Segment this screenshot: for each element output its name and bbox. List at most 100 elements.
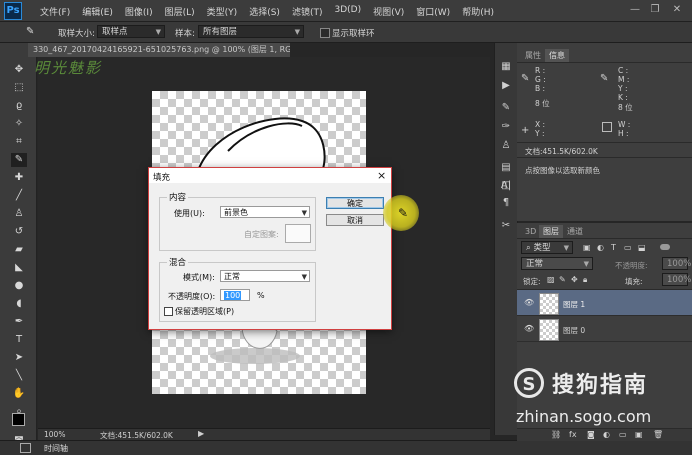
sample-select[interactable]: 所有图层 ▼ <box>198 25 304 38</box>
cancel-button[interactable]: 取消 <box>326 214 384 226</box>
close-icon[interactable]: × <box>377 169 386 182</box>
lock-transparent-icon[interactable]: ▨ <box>547 275 555 284</box>
use-select[interactable]: 前景色 ▼ <box>220 206 310 218</box>
layer-filter-select[interactable]: ⌕ 类型 ▼ <box>521 241 573 254</box>
paint-bucket-tool-icon[interactable]: ◣ <box>11 261 27 275</box>
filter-pixel-icon[interactable]: ▣ <box>583 243 591 252</box>
info-r: R : <box>535 66 546 75</box>
filter-type-icon[interactable]: T <box>611 243 616 252</box>
layer-thumbnail <box>539 293 559 315</box>
restore-button[interactable]: ❐ <box>648 4 662 16</box>
sogou-watermark: S 搜狗指南 zhinan.sogo.com <box>512 362 692 432</box>
preserve-transparency-checkbox[interactable] <box>164 307 173 316</box>
chevron-down-icon: ▼ <box>301 273 307 281</box>
show-ring-checkbox[interactable] <box>320 28 330 38</box>
hand-tool-icon[interactable]: ✋ <box>11 387 27 401</box>
layer-name[interactable]: 图层 0 <box>563 325 585 336</box>
visibility-eye-icon[interactable]: 👁︎ <box>524 298 534 307</box>
menu-filter[interactable]: 滤镜(T) <box>292 5 323 18</box>
tab-layers[interactable]: 图层 <box>539 225 563 238</box>
custom-pattern-picker[interactable] <box>285 224 311 243</box>
opacity-input[interactable]: 100 <box>220 289 250 301</box>
foreground-color-swatch[interactable] <box>12 413 25 426</box>
ok-button[interactable]: 确定 <box>326 197 384 209</box>
line-tool-icon[interactable]: ╲ <box>11 369 27 383</box>
move-tool-icon[interactable]: ✥ <box>11 63 27 77</box>
sample-value: 所有图层 <box>203 27 238 37</box>
info-y-coord: Y : <box>535 129 545 138</box>
close-window-button[interactable]: ✕ <box>670 4 684 16</box>
chevron-down-icon: ▼ <box>583 260 589 268</box>
opacity-unit: % <box>257 291 265 300</box>
crop-tool-icon[interactable]: ⌗ <box>11 135 27 149</box>
lock-all-icon[interactable]: 🔒︎ <box>583 275 587 285</box>
menu-file[interactable]: 文件(F) <box>40 5 70 18</box>
eyedropper-icon[interactable]: ✎ <box>26 25 40 39</box>
menu-layer[interactable]: 图层(L) <box>165 5 195 18</box>
timeline-tab[interactable]: 时间轴 <box>44 443 68 454</box>
layer-row[interactable]: 👁︎ 图层 1 <box>517 290 692 316</box>
brush-tool-icon[interactable]: ╱ <box>11 189 27 203</box>
document-tab[interactable]: 330_467_20170424165921-651025763.png @ 1… <box>28 43 290 57</box>
options-bar: ✎ 取样大小: 取样点 ▼ 样本: 所有图层 ▼ 显示取样环 <box>0 22 692 43</box>
dodge-tool-icon[interactable]: ◖ <box>11 297 27 311</box>
tab-properties[interactable]: 属性 <box>521 49 545 62</box>
layer-row[interactable]: 👁︎ 图层 0 <box>517 316 692 342</box>
pen-tool-icon[interactable]: ✒ <box>11 315 27 329</box>
menu-help[interactable]: 帮助(H) <box>462 5 494 18</box>
filter-toggle[interactable] <box>660 244 670 250</box>
timeline-icon[interactable] <box>20 443 31 453</box>
zoom-level[interactable]: 100% <box>44 430 65 439</box>
clone-stamp-tool-icon[interactable]: ♙ <box>11 207 27 221</box>
type-tool-icon[interactable]: T <box>11 333 27 347</box>
history-panel-icon[interactable]: ▦ <box>498 60 514 74</box>
filter-shape-icon[interactable]: ▭ <box>624 243 632 252</box>
tool-presets-icon[interactable]: ✎ <box>498 101 514 115</box>
lock-pixels-icon[interactable]: ✎ <box>559 275 566 284</box>
mode-select[interactable]: 正常 ▼ <box>220 270 310 282</box>
menu-edit[interactable]: 编辑(E) <box>82 5 113 18</box>
fill-field[interactable]: 100% <box>662 273 691 286</box>
healing-brush-tool-icon[interactable]: ✚ <box>11 171 27 185</box>
clone-source-icon[interactable]: ♙ <box>498 139 514 153</box>
eyedropper-tool-icon[interactable]: ✎ <box>11 153 27 167</box>
preserve-transparency-label: 保留透明区域(P) <box>175 307 235 316</box>
menu-view[interactable]: 视图(V) <box>373 5 404 18</box>
sample-size-select[interactable]: 取样点 ▼ <box>97 25 165 38</box>
character-panel-icon[interactable]: A| <box>498 179 514 193</box>
info-w: W : <box>618 120 631 129</box>
minimize-button[interactable]: — <box>628 4 642 16</box>
path-selection-tool-icon[interactable]: ➤ <box>11 351 27 365</box>
tab-info[interactable]: 信息 <box>545 49 569 62</box>
lasso-tool-icon[interactable]: ϱ <box>11 99 27 113</box>
layer-name[interactable]: 图层 1 <box>563 299 585 310</box>
brush-panel-icon[interactable]: ✑ <box>498 120 514 134</box>
tools-settings-icon[interactable]: ✂ <box>498 219 514 233</box>
status-menu-arrow-icon[interactable]: ▶ <box>198 429 204 438</box>
sogou-name: 搜狗指南 <box>552 373 649 398</box>
info-y: Y : <box>618 84 628 93</box>
menu-window[interactable]: 窗口(W) <box>416 5 450 18</box>
eraser-tool-icon[interactable]: ▰ <box>11 243 27 257</box>
blend-mode-select[interactable]: 正常 ▼ <box>521 257 593 270</box>
paragraph-panel-icon[interactable]: ¶ <box>498 196 514 210</box>
lock-position-icon[interactable]: ✥ <box>571 275 578 284</box>
actions-panel-icon[interactable]: ▶ <box>498 79 514 93</box>
visibility-eye-icon[interactable]: 👁︎ <box>524 324 534 333</box>
tab-channels[interactable]: 通道 <box>563 225 587 238</box>
opacity-field[interactable]: 100% <box>662 257 691 270</box>
menu-type[interactable]: 类型(Y) <box>207 5 238 18</box>
menu-select[interactable]: 选择(S) <box>249 5 280 18</box>
info-cmyk-bits: 8 位 <box>618 103 633 112</box>
filter-adjustment-icon[interactable]: ◐ <box>597 243 604 252</box>
tab-3d[interactable]: 3D <box>521 225 540 238</box>
marquee-tool-icon[interactable]: ⬚ <box>11 81 27 95</box>
sogou-logo: S <box>514 368 544 398</box>
menu-image[interactable]: 图像(I) <box>125 5 153 18</box>
magic-wand-tool-icon[interactable]: ✧ <box>11 117 27 131</box>
blur-tool-icon[interactable]: ● <box>11 279 27 293</box>
swatches-panel-icon[interactable]: ▤ <box>498 161 514 175</box>
history-brush-tool-icon[interactable]: ↺ <box>11 225 27 239</box>
menu-3d[interactable]: 3D(D) <box>334 5 361 18</box>
filter-smart-object-icon[interactable]: ⬓ <box>638 243 646 252</box>
